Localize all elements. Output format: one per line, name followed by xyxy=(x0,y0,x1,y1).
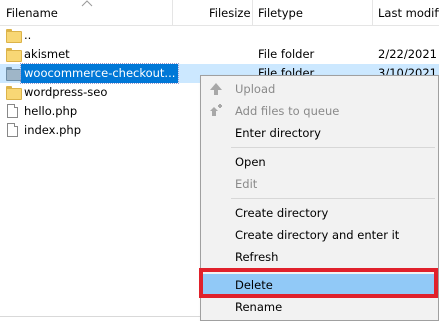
menu-item-edit[interactable]: Edit xyxy=(203,173,436,195)
menu-item-add-to-queue[interactable]: Add files to queue xyxy=(203,100,436,122)
menu-separator xyxy=(231,147,435,148)
folder-icon xyxy=(6,85,22,100)
menu-item-rename[interactable]: Rename xyxy=(203,296,436,318)
file-name: .. xyxy=(24,28,32,42)
column-filesize[interactable]: Filesize xyxy=(203,0,253,26)
menu-item-label: Rename xyxy=(235,300,283,314)
menu-item-label: Create directory xyxy=(235,206,329,220)
menu-item-label: Delete xyxy=(235,278,273,292)
file-date: 2/22/2021 8 xyxy=(378,47,439,61)
menu-item-label: Create directory and enter it xyxy=(235,228,400,242)
menu-item-label: Refresh xyxy=(235,250,279,264)
list-item[interactable]: .. xyxy=(0,26,439,45)
file-name: index.php xyxy=(24,123,82,137)
menu-item-create-directory-enter[interactable]: Create directory and enter it xyxy=(203,224,436,246)
add-to-queue-icon xyxy=(209,104,223,118)
file-name: akismet xyxy=(24,47,70,61)
menu-item-open[interactable]: Open xyxy=(203,151,436,173)
menu-separator xyxy=(231,271,435,272)
menu-item-upload[interactable]: Upload xyxy=(203,78,436,100)
upload-arrow-icon xyxy=(209,82,223,96)
folder-icon xyxy=(6,28,22,43)
menu-item-refresh[interactable]: Refresh xyxy=(203,246,436,268)
menu-item-label: Open xyxy=(235,155,266,169)
file-name: hello.php xyxy=(24,104,78,118)
menu-item-enter-directory[interactable]: Enter directory xyxy=(203,122,436,144)
menu-separator xyxy=(231,198,435,199)
column-last-modified[interactable]: Last modific xyxy=(372,0,439,26)
column-filename[interactable]: Filename xyxy=(0,0,172,26)
menu-item-label: Edit xyxy=(235,177,258,191)
file-icon xyxy=(6,104,20,118)
menu-item-label: Add files to queue xyxy=(235,104,340,118)
context-menu: Upload Add files to queue Enter director… xyxy=(199,75,439,321)
menu-item-delete[interactable]: Delete xyxy=(203,274,436,296)
column-header: Filename Filesize Filetype Last modific xyxy=(0,0,439,26)
folder-icon xyxy=(6,66,22,81)
menu-item-label: Enter directory xyxy=(235,126,321,140)
column-filetype[interactable]: Filetype xyxy=(252,0,372,26)
file-name: wordpress-seo xyxy=(24,85,108,99)
menu-item-label: Upload xyxy=(235,82,276,96)
column-divider[interactable] xyxy=(172,0,173,26)
folder-icon xyxy=(6,47,22,62)
file-name: woocommerce-checkout... xyxy=(19,63,180,84)
file-icon xyxy=(6,123,20,137)
file-type: File folder xyxy=(258,47,315,61)
menu-item-create-directory[interactable]: Create directory xyxy=(203,202,436,224)
list-item[interactable]: akismet File folder 2/22/2021 8 xyxy=(0,45,439,64)
